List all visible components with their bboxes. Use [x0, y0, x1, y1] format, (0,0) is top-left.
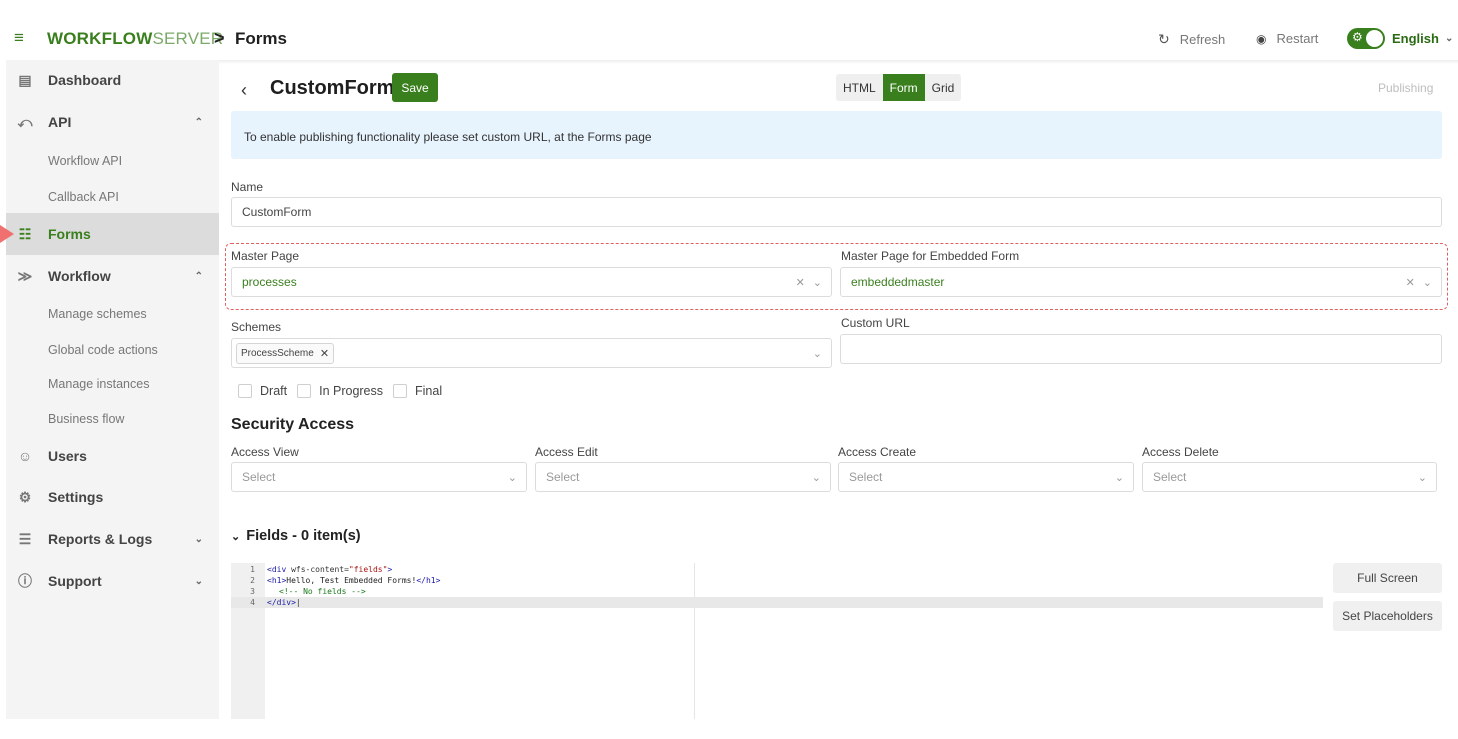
set-placeholders-button[interactable]: Set Placeholders	[1333, 601, 1442, 631]
chevron-up-icon: ⌃	[194, 270, 203, 282]
code-line: 2 <h1>Hello, Test Embedded Forms!</h1>	[250, 576, 441, 585]
sidebar-item-workflow[interactable]: ≫ Workflow ⌃	[6, 256, 219, 296]
dashboard-icon: ▤	[18, 71, 32, 88]
sidebar-item-workflow-api[interactable]: Workflow API	[48, 154, 122, 168]
plug-icon: ⤺	[17, 113, 33, 130]
sidebar-item-dashboard[interactable]: ▤ Dashboard	[6, 60, 219, 100]
refresh-button[interactable]: ↻ Refresh	[1158, 31, 1225, 48]
chevron-down-icon[interactable]: ⌄	[1423, 276, 1432, 289]
custom-url-field[interactable]	[840, 334, 1442, 364]
info-banner: To enable publishing functionality pleas…	[231, 111, 1442, 159]
help-icon: ⓘ	[18, 573, 32, 589]
tab-form[interactable]: Form	[882, 74, 925, 101]
access-view-label: Access View	[231, 445, 299, 459]
workflow-icon: ≫	[17, 267, 33, 284]
remove-tag-icon[interactable]: ✕	[320, 347, 329, 360]
access-edit-select[interactable]: Select ⌄	[535, 462, 831, 492]
access-create-select[interactable]: Select ⌄	[838, 462, 1134, 492]
full-screen-button[interactable]: Full Screen	[1333, 563, 1442, 593]
save-button[interactable]: Save	[392, 73, 438, 102]
sidebar-item-manage-instances[interactable]: Manage instances	[48, 377, 149, 391]
chevron-down-icon[interactable]: ⌄	[813, 276, 822, 289]
chevron-down-icon: ⌄	[194, 575, 203, 587]
name-label: Name	[231, 180, 264, 194]
settings-icon: ⚙	[18, 488, 32, 505]
code-line: 1 <div wfs-content="fields">	[250, 565, 393, 574]
users-icon: ☺	[17, 448, 33, 464]
access-create-label: Access Create	[838, 445, 917, 459]
access-edit-label: Access Edit	[535, 445, 598, 459]
draft-checkbox[interactable]	[238, 384, 252, 398]
sidebar-item-manage-schemes[interactable]: Manage schemes	[48, 307, 147, 321]
chevron-down-icon: ⌄	[1444, 33, 1454, 44]
page-title: CustomForm	[270, 77, 395, 99]
in-progress-checkbox[interactable]	[297, 384, 312, 398]
sidebar-item-callback-api[interactable]: Callback API	[48, 190, 119, 204]
chevron-down-icon: ⌄	[811, 472, 821, 484]
code-line-current: 4 </div>|	[231, 597, 1323, 608]
code-editor[interactable]: 1 <div wfs-content="fields"> 2 <h1>Hello, …	[231, 563, 1323, 719]
gear-icon: ⚙	[1352, 30, 1363, 44]
access-view-select[interactable]: Select ⌄	[231, 462, 527, 492]
scheme-tag: ProcessScheme ✕	[236, 342, 335, 364]
chevron-down-icon[interactable]: ⌄	[813, 347, 822, 360]
menu-icon[interactable]: ≡	[14, 29, 24, 47]
chevron-down-icon: ⌄	[507, 472, 517, 484]
view-mode-switch: HTML Form Grid	[836, 74, 962, 101]
chevron-down-icon: ⌄	[194, 533, 203, 545]
schemes-select[interactable]: ProcessScheme ✕ ⌄	[231, 338, 832, 368]
reports-icon: ☰	[18, 530, 32, 547]
back-icon[interactable]: ‹	[241, 80, 247, 101]
theme-toggle[interactable]: ⚙	[1347, 28, 1385, 49]
embedded-master-label: Master Page for Embedded Form	[841, 249, 1020, 263]
active-marker	[0, 225, 14, 243]
sidebar: ▤ Dashboard ⤺ API ⌃ Workflow API Callbac…	[0, 60, 219, 719]
sidebar-item-forms[interactable]: ☷ Forms	[0, 213, 219, 255]
breadcrumb-current: Forms	[235, 29, 287, 48]
sidebar-item-global-code-actions[interactable]: Global code actions	[48, 343, 158, 357]
name-field[interactable]: CustomForm	[231, 197, 1442, 227]
master-page-label: Master Page	[231, 249, 300, 263]
sidebar-item-settings[interactable]: ⚙ Settings	[6, 477, 219, 517]
master-page-select[interactable]: processes ✕ ⌄	[231, 267, 832, 297]
chevron-down-icon: ⌄	[1417, 472, 1427, 484]
clear-icon[interactable]: ✕	[1406, 276, 1415, 289]
clear-icon[interactable]: ✕	[796, 276, 805, 289]
chevron-down-icon: ⌄	[1114, 472, 1124, 484]
chevron-up-icon: ⌃	[194, 116, 203, 128]
sidebar-item-support[interactable]: ⓘ Support ⌄	[6, 561, 219, 601]
restart-icon: ◉	[1256, 31, 1267, 46]
language-select[interactable]: English ⌄	[1392, 31, 1453, 46]
publishing-button[interactable]: Publishing	[1378, 81, 1433, 95]
code-line: 3 <!-- No fields -->	[250, 587, 366, 596]
sidebar-item-api[interactable]: ⤺ API ⌃	[6, 102, 219, 142]
tab-grid[interactable]: Grid	[925, 74, 962, 101]
chevron-down-icon: ⌄	[231, 531, 241, 543]
sidebar-item-reports-logs[interactable]: ☰ Reports & Logs ⌄	[6, 519, 219, 559]
custom-url-label: Custom URL	[841, 316, 910, 330]
security-access-title: Security Access	[231, 416, 355, 433]
sidebar-item-business-flow[interactable]: Business flow	[48, 412, 124, 426]
final-checkbox[interactable]	[393, 384, 408, 398]
refresh-icon: ↻	[1158, 31, 1170, 47]
tab-html[interactable]: HTML	[836, 74, 883, 101]
fields-section-header[interactable]: ⌄ Fields - 0 item(s)	[231, 528, 361, 544]
access-delete-select[interactable]: Select ⌄	[1142, 462, 1437, 492]
app-logo[interactable]: WORKFLOWSERVER	[47, 30, 223, 48]
access-delete-label: Access Delete	[1142, 445, 1219, 459]
restart-button[interactable]: ◉ Restart	[1256, 31, 1318, 46]
schemes-label: Schemes	[231, 320, 282, 334]
sidebar-item-users[interactable]: ☺ Users	[6, 436, 219, 476]
breadcrumb-separator: >	[214, 28, 225, 48]
embedded-master-select[interactable]: embeddedmaster ✕ ⌄	[840, 267, 1442, 297]
state-checkboxes: Draft In Progress Final	[238, 384, 452, 398]
